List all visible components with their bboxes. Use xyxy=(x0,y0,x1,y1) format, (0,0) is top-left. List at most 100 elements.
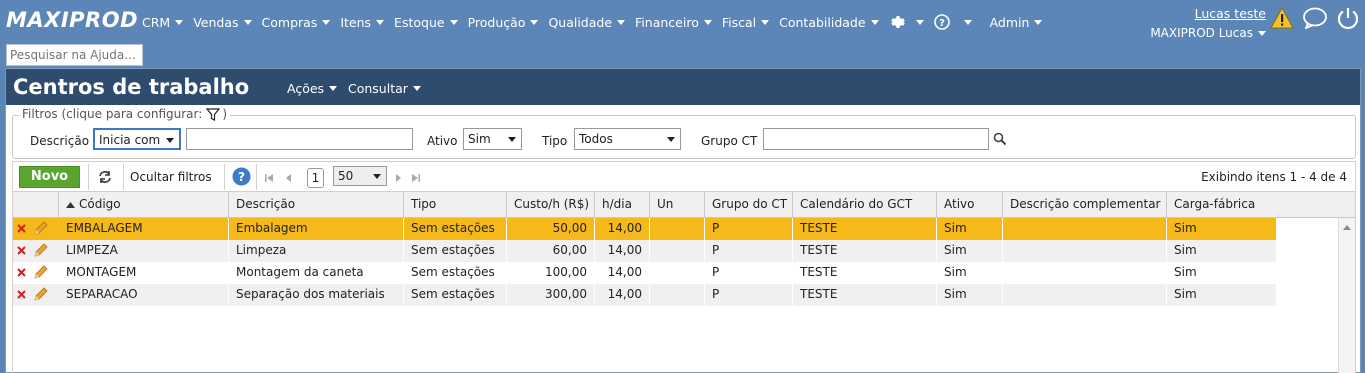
company-selector[interactable]: MAXIPROD Lucas xyxy=(1148,26,1266,40)
toolbar-divider xyxy=(256,164,257,190)
dropdown-arrow-icon xyxy=(508,137,516,142)
help-icon[interactable]: ? xyxy=(232,167,251,186)
cell-carga-fabrica: Sim xyxy=(1167,218,1277,240)
column-header-calendario[interactable]: Calendário do GCT xyxy=(793,192,937,218)
cell-codigo: SEPARACAO xyxy=(59,284,229,306)
consult-menu[interactable]: Consultar xyxy=(348,81,421,96)
menu-qualidade[interactable]: Qualidade xyxy=(548,14,626,30)
delete-icon[interactable] xyxy=(17,244,26,258)
scroll-up-arrow-icon[interactable] xyxy=(1343,225,1351,230)
last-page-icon[interactable] xyxy=(411,173,421,183)
power-icon[interactable] xyxy=(1336,6,1360,30)
menu-producao[interactable]: Produção xyxy=(468,15,539,30)
menu-label: Estoque xyxy=(394,14,445,30)
menu-fiscal[interactable]: Fiscal xyxy=(722,15,770,30)
filters-legend-close: ) xyxy=(222,107,227,121)
column-header-actions xyxy=(13,192,59,218)
column-header-tipo[interactable]: Tipo xyxy=(404,192,507,218)
table-row[interactable]: LIMPEZA Limpeza Sem estações 60,00 14,00 P TES… xyxy=(13,240,1277,262)
table-row[interactable]: MONTAGEM Montagem da caneta Sem estações 10… xyxy=(13,262,1277,284)
column-header-un[interactable]: Un xyxy=(650,192,705,218)
menu-label: Itens xyxy=(340,14,372,30)
caret-down-icon xyxy=(761,19,770,25)
descricao-mode-select[interactable]: Inicia com xyxy=(93,128,181,150)
column-header-carga-fabrica[interactable]: Carga-fábrica xyxy=(1167,192,1339,218)
caret-down-icon xyxy=(449,19,458,25)
main-menu: CRM Vendas Compras Itens Estoque Produçã… xyxy=(142,13,1052,31)
column-header-codigo[interactable]: Código xyxy=(59,192,229,218)
menu-label: Qualidade xyxy=(548,14,613,30)
actions-label: Ações xyxy=(287,81,325,96)
chat-icon[interactable] xyxy=(1302,7,1328,29)
tipo-value: Todos xyxy=(579,132,613,146)
novo-button[interactable]: Novo xyxy=(19,166,80,188)
filter-icon xyxy=(206,107,221,121)
column-header-grupo[interactable]: Grupo do CT xyxy=(705,192,793,218)
edit-pencil-icon[interactable] xyxy=(33,264,49,283)
cell-descricao: Montagem da caneta xyxy=(229,262,404,284)
settings-menu[interactable] xyxy=(889,13,924,31)
table-row[interactable]: SEPARACAO Separação dos materiais Sem esta… xyxy=(13,284,1277,306)
column-header-custo[interactable]: Custo/h (R$) xyxy=(507,192,595,218)
delete-icon[interactable] xyxy=(17,288,26,302)
vertical-scrollbar[interactable] xyxy=(1338,218,1355,373)
menu-contabilidade[interactable]: Contabilidade xyxy=(779,15,879,30)
menu-admin[interactable]: Admin xyxy=(990,15,1043,30)
menu-label: Vendas xyxy=(193,14,239,30)
menu-estoque[interactable]: Estoque xyxy=(394,15,458,30)
hide-filters-button[interactable]: Ocultar filtros xyxy=(130,170,212,184)
grupo-ct-input[interactable] xyxy=(763,128,989,150)
menu-vendas[interactable]: Vendas xyxy=(193,14,252,30)
table-row[interactable]: EMBALAGEM Embalagem Sem estações 50,00 14,00… xyxy=(13,218,1277,240)
first-page-icon[interactable] xyxy=(264,173,274,183)
grid-header: Código Descrição Tipo Custo/h (R$) h/dia… xyxy=(13,192,1355,218)
edit-pencil-icon[interactable] xyxy=(33,220,49,239)
page-number-input[interactable]: 1 xyxy=(307,168,324,188)
menu-crm[interactable]: CRM xyxy=(142,15,184,30)
sort-ascending-icon xyxy=(66,202,75,208)
filters-legend[interactable]: Filtros (clique para configurar: ) xyxy=(19,107,230,121)
column-header-hdia[interactable]: h/dia xyxy=(595,192,650,218)
actions-menu[interactable]: Ações xyxy=(287,81,338,96)
ativo-select[interactable]: Sim xyxy=(463,128,522,150)
edit-pencil-icon[interactable] xyxy=(33,242,49,261)
cell-ativo: Sim xyxy=(937,218,1003,240)
column-label: Código xyxy=(79,197,121,211)
previous-page-icon[interactable] xyxy=(284,173,294,183)
caret-down-icon xyxy=(530,19,539,25)
gear-icon xyxy=(890,16,905,28)
ativo-label: Ativo xyxy=(427,134,458,148)
menu-itens[interactable]: Itens xyxy=(340,14,385,30)
tipo-select[interactable]: Todos xyxy=(574,128,681,150)
app-logo[interactable]: MAXIPROD xyxy=(6,8,138,32)
data-grid: Código Descrição Tipo Custo/h (R$) h/dia… xyxy=(12,191,1356,373)
cell-descricao-complementar xyxy=(1003,262,1167,284)
delete-icon[interactable] xyxy=(17,266,26,280)
record-range-text: Exibindo itens 1 - 4 de 4 xyxy=(1201,170,1347,184)
per-page-select[interactable]: 50 xyxy=(333,166,387,186)
menu-financeiro[interactable]: Financeiro xyxy=(635,15,712,30)
cell-grupo: P xyxy=(705,218,793,240)
menu-compras[interactable]: Compras xyxy=(262,15,331,30)
menu-label: Produção xyxy=(467,14,526,30)
search-icon[interactable] xyxy=(993,132,1007,146)
help-search-input[interactable] xyxy=(6,44,143,66)
column-header-descricao-complementar[interactable]: Descrição complementar xyxy=(1003,192,1167,218)
descricao-input[interactable] xyxy=(186,128,413,150)
column-header-descricao[interactable]: Descrição xyxy=(229,192,404,218)
cell-ativo: Sim xyxy=(937,262,1003,284)
grid-toolbar: Novo Ocultar filtros ? 1 50 Exibindo ite… xyxy=(12,161,1356,191)
warning-icon[interactable] xyxy=(1270,7,1294,29)
cell-tipo: Sem estações xyxy=(404,262,507,284)
delete-icon[interactable] xyxy=(17,222,26,236)
refresh-icon[interactable] xyxy=(97,169,113,185)
column-header-ativo[interactable]: Ativo xyxy=(937,192,1003,218)
cell-tipo: Sem estações xyxy=(404,240,507,262)
edit-pencil-icon[interactable] xyxy=(33,286,49,305)
caret-down-icon xyxy=(175,19,184,25)
caret-down-icon xyxy=(376,19,385,25)
help-menu[interactable]: ? xyxy=(933,14,972,30)
user-name-link[interactable]: Lucas teste xyxy=(1148,6,1266,21)
next-page-icon[interactable] xyxy=(393,173,403,183)
filters-legend-text: Filtros (clique para configurar: xyxy=(22,107,203,121)
